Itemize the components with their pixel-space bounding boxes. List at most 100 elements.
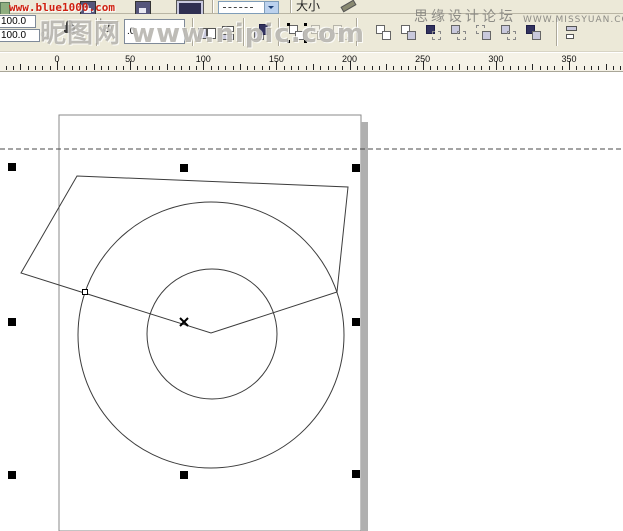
ruler-tick: [328, 66, 329, 70]
selection-handle[interactable]: [8, 318, 16, 326]
dropdown-button[interactable]: [264, 2, 278, 13]
create-boundary-button[interactable]: [524, 23, 544, 43]
ruler-label: 150: [269, 54, 284, 64]
ruler-tick: [532, 64, 533, 70]
ruler-tick: [86, 66, 87, 70]
ruler-tick: [554, 66, 555, 70]
ruler-tick: [291, 66, 292, 70]
ruler-tick: [233, 66, 234, 70]
coreldraw-window: 大小 % +↺: [0, 0, 623, 531]
ruler-label: 50: [125, 54, 135, 64]
ruler-tick: [50, 66, 51, 70]
ruler-tick: [467, 66, 468, 70]
watermark-nipic: 昵图网 www.nipic.com: [40, 13, 365, 50]
align-distribute-button[interactable]: [563, 23, 583, 43]
ruler-tick: [437, 66, 438, 70]
ruler-tick: [408, 66, 409, 70]
ruler-tick: [613, 66, 614, 70]
trim-button[interactable]: [399, 23, 419, 43]
toolbar-separator: [212, 0, 214, 13]
ruler-tick: [459, 64, 460, 70]
ruler-tick: [620, 66, 621, 70]
watermark-missyuan: 思缘设计论坛 WWW.MISSYUAN.COM: [414, 6, 623, 26]
ruler-tick: [445, 66, 446, 70]
weld-button[interactable]: [374, 23, 394, 43]
back-minus-front-button[interactable]: [499, 23, 519, 43]
ruler-tick: [591, 66, 592, 70]
ruler-tick: [6, 66, 7, 70]
ruler-tick: [94, 64, 95, 70]
ruler-tick: [108, 66, 109, 70]
ruler-tick: [474, 66, 475, 70]
selection-handle[interactable]: [180, 164, 188, 172]
ruler-tick: [298, 66, 299, 70]
size-label: 大小: [296, 0, 320, 12]
intersect-button[interactable]: [424, 23, 444, 43]
curve-node-marker[interactable]: [83, 290, 88, 295]
ruler-tick: [357, 66, 358, 70]
ruler-tick: [269, 66, 270, 70]
ruler-tick: [372, 66, 373, 70]
ruler-tick: [28, 66, 29, 70]
ruler-tick: [167, 64, 168, 70]
selection-handle[interactable]: [352, 318, 360, 326]
ruler-tick: [72, 66, 73, 70]
selection-handle[interactable]: [352, 164, 360, 172]
ruler-tick: [503, 66, 504, 70]
ruler-tick: [211, 66, 212, 70]
ruler-tick: [123, 66, 124, 70]
chevron-down-icon: [268, 6, 274, 12]
selection-handle[interactable]: [8, 163, 16, 171]
ruler-label: 300: [488, 54, 503, 64]
front-minus-back-button[interactable]: [474, 23, 494, 43]
ruler-tick: [547, 66, 548, 70]
ruler-tick: [247, 66, 248, 70]
ruler-tick: [364, 66, 365, 70]
ruler-tick: [525, 66, 526, 70]
ruler-tick: [262, 66, 263, 70]
ruler-tick: [145, 66, 146, 70]
ruler-tick: [152, 66, 153, 70]
ruler-tick: [159, 66, 160, 70]
ruler-tick: [430, 66, 431, 70]
ruler-label: 200: [342, 54, 357, 64]
drawing-canvas[interactable]: [0, 0, 623, 531]
ruler-tick: [284, 66, 285, 70]
ruler-tick: [20, 64, 21, 70]
ruler-tick: [306, 66, 307, 70]
ruler-label: 0: [54, 54, 59, 64]
ruler-tick: [401, 66, 402, 70]
page-shadow: [361, 122, 368, 531]
ruler-label: 350: [561, 54, 576, 64]
horizontal-ruler[interactable]: 050100150200250300350: [0, 52, 623, 72]
ruler-tick: [379, 66, 380, 70]
ruler-tick: [64, 66, 65, 70]
ruler-tick: [320, 66, 321, 70]
ruler-tick: [137, 66, 138, 70]
ruler-tick: [335, 66, 336, 70]
ruler-tick: [116, 66, 117, 70]
line-style-preview: [223, 7, 253, 8]
ruler-label: 250: [415, 54, 430, 64]
ruler-tick: [254, 66, 255, 70]
ruler-tick: [510, 66, 511, 70]
ruler-tick: [584, 66, 585, 70]
ruler-tick: [218, 66, 219, 70]
ruler-tick: [240, 64, 241, 70]
ruler-tick: [452, 66, 453, 70]
ruler-tick: [386, 64, 387, 70]
selection-handle[interactable]: [180, 471, 188, 479]
pen-icon[interactable]: [341, 0, 357, 12]
scale-width-input[interactable]: [0, 15, 36, 28]
scale-height-input[interactable]: [0, 29, 40, 42]
ruler-tick: [225, 66, 226, 70]
simplify-button[interactable]: [449, 23, 469, 43]
ruler-tick: [181, 66, 182, 70]
selection-handle[interactable]: [352, 470, 360, 478]
selection-handle[interactable]: [8, 471, 16, 479]
ruler-tick: [174, 66, 175, 70]
ruler-tick: [518, 66, 519, 70]
ruler-tick: [576, 66, 577, 70]
ruler-tick: [79, 66, 80, 70]
ruler-tick: [42, 66, 43, 70]
